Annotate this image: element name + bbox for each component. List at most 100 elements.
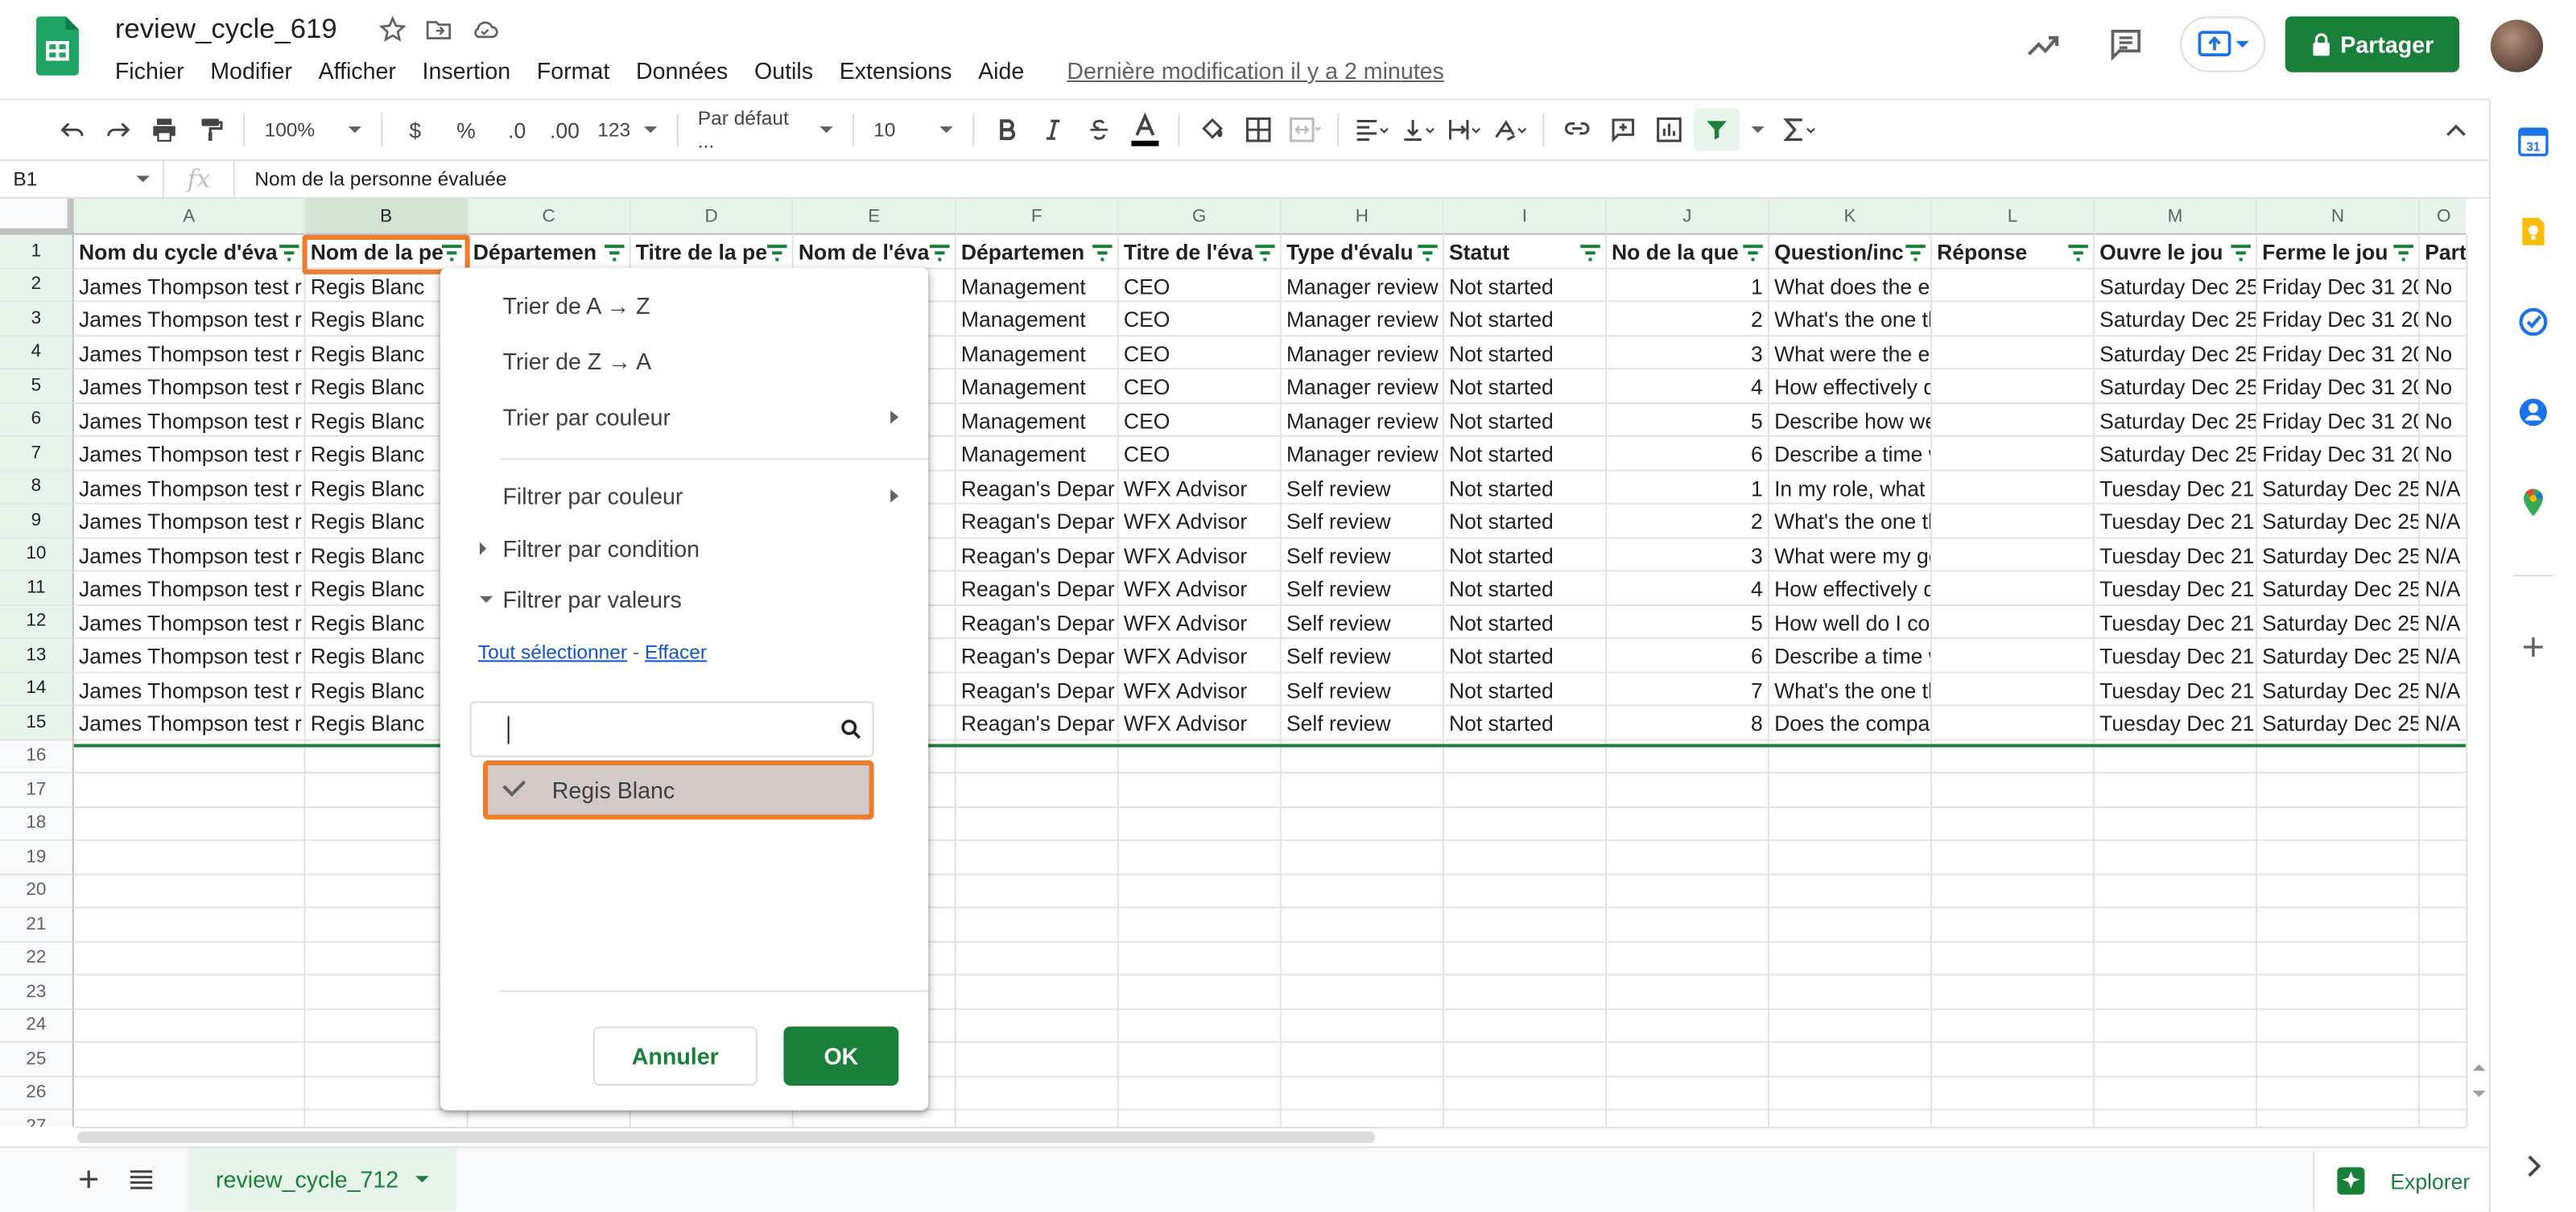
cell[interactable]	[1769, 773, 1932, 808]
cell[interactable]: What were my goals and to what	[1769, 538, 1932, 572]
cell[interactable]: What's the one thing the company	[1769, 672, 1932, 707]
borders-icon[interactable]	[1236, 109, 1279, 151]
text-color-icon[interactable]	[1123, 109, 1166, 151]
cell[interactable]: WFX Advisor	[1118, 504, 1282, 538]
cell[interactable]: 2	[1606, 302, 1769, 336]
cell[interactable]: Self review	[1281, 538, 1444, 572]
cell[interactable]	[1119, 1110, 1282, 1127]
filter-toggle-icon[interactable]	[2231, 243, 2251, 262]
cell[interactable]: Saturday Dec 25	[2095, 403, 2258, 437]
cell[interactable]: What were the employee's goals a	[1769, 336, 1932, 370]
row-header[interactable]: 10	[0, 538, 74, 572]
cancel-button[interactable]: Annuler	[592, 1026, 758, 1086]
menu-outils[interactable]: Outils	[741, 54, 827, 87]
cloud-status-icon[interactable]	[470, 14, 500, 44]
row-header[interactable]: 13	[0, 638, 74, 673]
cell[interactable]: No	[2420, 336, 2467, 370]
paint-format-icon[interactable]	[189, 109, 232, 151]
cell[interactable]	[2257, 1009, 2421, 1043]
column-header-l[interactable]: L	[1931, 198, 2095, 235]
cell[interactable]: Management	[956, 302, 1119, 336]
header-cell[interactable]: Titre de l'éva	[1118, 234, 1282, 269]
cell[interactable]	[2420, 773, 2467, 808]
cell[interactable]	[1931, 672, 2095, 707]
cell[interactable]: Management	[956, 436, 1119, 471]
cell[interactable]: N/A	[2420, 673, 2467, 707]
cell[interactable]: N/A	[2420, 471, 2467, 505]
cell[interactable]	[1931, 1076, 2095, 1111]
row-header[interactable]: 14	[0, 672, 74, 707]
cell[interactable]: No	[2420, 369, 2467, 404]
cell[interactable]	[2095, 1076, 2258, 1111]
explore-button[interactable]: Explorer	[2313, 1151, 2489, 1211]
cell[interactable]	[1931, 706, 2095, 740]
row-header[interactable]: 17	[0, 773, 74, 808]
row-header[interactable]: 3	[0, 302, 74, 336]
name-box[interactable]: B1	[0, 160, 165, 197]
column-header-a[interactable]: A	[73, 198, 306, 235]
currency-format-button[interactable]: $	[394, 109, 436, 151]
cell[interactable]: 1	[1606, 470, 1769, 505]
cell[interactable]: James Thompson test r	[73, 504, 306, 538]
cell[interactable]	[956, 840, 1119, 875]
cell[interactable]	[1607, 1110, 1769, 1127]
cell[interactable]	[1118, 773, 1282, 808]
cell[interactable]	[2095, 908, 2258, 942]
cell[interactable]: WFX Advisor	[1118, 538, 1282, 572]
filter-toggle-icon[interactable]	[1743, 243, 1763, 262]
row-header[interactable]: 24	[0, 1009, 74, 1043]
cell[interactable]: Does the company recognize my	[1769, 706, 1932, 740]
cell[interactable]	[2095, 874, 2258, 909]
header-cell[interactable]: Départemen	[956, 234, 1119, 269]
maps-icon[interactable]	[2517, 486, 2550, 519]
filter-toggle-icon[interactable]	[1092, 243, 1113, 262]
cell[interactable]	[1606, 874, 1769, 909]
cell[interactable]	[1443, 807, 1607, 841]
cell[interactable]	[2095, 1009, 2258, 1043]
cell[interactable]: WFX Advisor	[1118, 706, 1282, 740]
cell[interactable]	[1769, 807, 1932, 841]
cell[interactable]: Not started	[1443, 605, 1607, 639]
cell[interactable]	[1118, 908, 1282, 942]
filter-toggle-icon[interactable]	[605, 243, 625, 262]
merge-cells-icon[interactable]	[1282, 109, 1325, 151]
cell[interactable]	[1606, 1009, 1769, 1043]
cell[interactable]: CEO	[1118, 302, 1282, 336]
cell[interactable]: No	[2420, 303, 2467, 336]
cell[interactable]	[1118, 874, 1282, 909]
cell[interactable]	[2420, 841, 2467, 875]
percent-format-button[interactable]: %	[444, 109, 487, 151]
row-header[interactable]: 5	[0, 369, 74, 404]
cell[interactable]: N/A	[2420, 605, 2467, 639]
cell[interactable]: Not started	[1443, 302, 1607, 336]
cell[interactable]	[1281, 807, 1444, 841]
cell[interactable]	[1118, 807, 1282, 841]
row-header[interactable]: 21	[0, 908, 74, 942]
cell[interactable]	[1769, 1042, 1932, 1077]
cell[interactable]	[956, 908, 1119, 942]
cell[interactable]: Friday Dec 31 20	[2257, 369, 2421, 404]
cell[interactable]: 7	[1606, 672, 1769, 707]
row-header[interactable]: 8	[0, 470, 74, 505]
cell[interactable]: Reagan's Depar	[956, 605, 1119, 639]
cell[interactable]: Reagan's Depar	[956, 638, 1119, 673]
vertical-scrollbar[interactable]	[2466, 234, 2489, 1127]
cell[interactable]: WFX Advisor	[1118, 605, 1282, 639]
row-header[interactable]: 9	[0, 504, 74, 538]
cell[interactable]: How effectively does the employe	[1769, 369, 1932, 404]
cell[interactable]: 6	[1606, 638, 1769, 673]
sort-z-a[interactable]: Trier de Z → A	[440, 335, 928, 387]
filter-by-color[interactable]: Filtrer par couleur	[440, 470, 928, 522]
cell[interactable]	[1282, 1110, 1444, 1127]
cell[interactable]	[2420, 909, 2467, 942]
cell[interactable]: Management	[956, 369, 1119, 404]
menu-afficher[interactable]: Afficher	[305, 54, 409, 87]
header-cell[interactable]: Part	[2420, 235, 2467, 269]
cell[interactable]: Manager review	[1281, 369, 1444, 404]
menu-extensions[interactable]: Extensions	[826, 54, 964, 87]
document-title[interactable]: review_cycle_619	[115, 13, 337, 46]
cell[interactable]: 1	[1606, 268, 1769, 303]
cell[interactable]: James Thompson test r	[73, 336, 306, 370]
cell[interactable]	[2420, 975, 2467, 1010]
cell[interactable]	[1443, 1009, 1607, 1043]
